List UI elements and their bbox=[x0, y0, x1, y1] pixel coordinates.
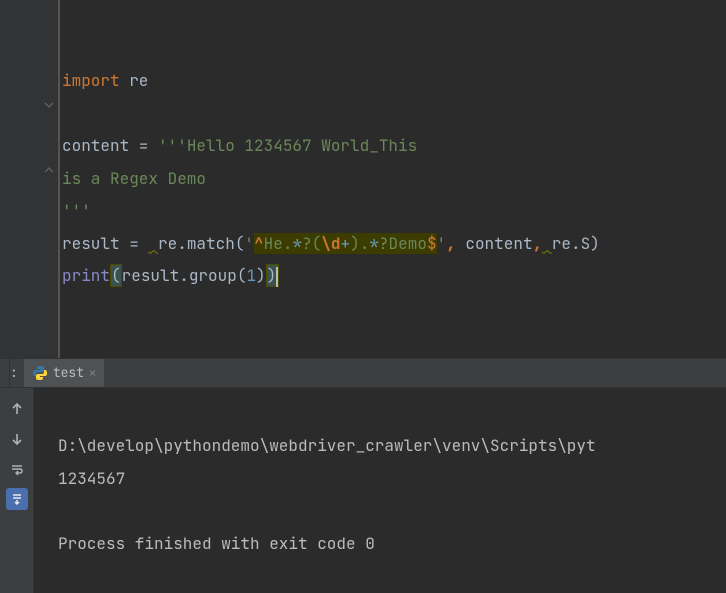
scroll-to-end-icon[interactable] bbox=[6, 488, 28, 510]
regex-lit: He bbox=[264, 233, 283, 254]
run-tab-test[interactable]: test ✕ bbox=[24, 359, 104, 387]
regex-q: ? bbox=[379, 233, 389, 254]
string-open: ''' bbox=[158, 135, 187, 156]
var-content: content = bbox=[62, 135, 158, 156]
run-label: : bbox=[10, 364, 24, 381]
keyword-import: import bbox=[62, 70, 120, 91]
python-icon bbox=[32, 365, 48, 381]
paren-open: ( bbox=[110, 264, 122, 287]
arrow-up-icon[interactable] bbox=[6, 398, 28, 420]
comma: , bbox=[533, 233, 543, 254]
arrow-down-icon[interactable] bbox=[6, 428, 28, 450]
builtin-print: print bbox=[62, 265, 110, 286]
console-path: D:\develop\pythondemo\webdriver_crawler\… bbox=[58, 435, 596, 456]
call-rematch: re.match( bbox=[158, 233, 244, 254]
regex-anchor: ^ bbox=[254, 233, 264, 254]
code-content[interactable]: import recontent = '''Hello 1234567 Worl… bbox=[60, 0, 600, 358]
regex-star: * bbox=[292, 233, 302, 254]
string-close: ''' bbox=[62, 200, 91, 221]
regex-escape: \d bbox=[321, 233, 340, 254]
regex-rp: ) bbox=[350, 233, 360, 254]
regex-q: ? bbox=[302, 233, 312, 254]
var-result: result = bbox=[62, 233, 148, 254]
regex-anchor-end: $ bbox=[427, 233, 437, 254]
regex-lp: ( bbox=[312, 233, 322, 254]
close-icon[interactable]: ✕ bbox=[89, 365, 96, 381]
number-one: 1 bbox=[246, 265, 256, 286]
regex-lit: Demo bbox=[389, 233, 427, 254]
module-re: re bbox=[120, 70, 149, 91]
arg-res: re.S) bbox=[552, 233, 600, 254]
run-tab-label: test bbox=[53, 364, 84, 381]
console-toolbar bbox=[0, 388, 34, 593]
comma: , bbox=[446, 233, 465, 254]
soft-wrap-icon[interactable] bbox=[6, 458, 28, 480]
fold-marker-icon[interactable] bbox=[44, 98, 54, 114]
console-panel: D:\develop\pythondemo\webdriver_crawler\… bbox=[0, 388, 726, 593]
arg-content: content bbox=[465, 233, 532, 254]
regex-dot: . bbox=[283, 233, 293, 254]
paren-close: ) bbox=[256, 265, 266, 286]
console-stdout: 1234567 bbox=[58, 468, 125, 489]
regex-star: * bbox=[369, 233, 379, 254]
paren-close-outer: ) bbox=[266, 264, 279, 287]
call-group: result.group( bbox=[122, 265, 247, 286]
run-panel-tabs: : test ✕ bbox=[0, 358, 726, 388]
console-exit: Process finished with exit code 0 bbox=[58, 533, 375, 554]
string-text: is a Regex Demo bbox=[62, 168, 206, 189]
panel-stub bbox=[0, 359, 10, 387]
code-editor[interactable]: import recontent = '''Hello 1234567 Worl… bbox=[0, 0, 726, 358]
editor-gutter bbox=[0, 0, 60, 358]
console-output[interactable]: D:\develop\pythondemo\webdriver_crawler\… bbox=[34, 388, 596, 593]
regex-dot: . bbox=[360, 233, 370, 254]
squiggle bbox=[148, 233, 158, 254]
squiggle bbox=[542, 233, 552, 254]
regex-plus: + bbox=[340, 233, 350, 254]
regex-quote: ' bbox=[244, 233, 254, 254]
fold-end-marker-icon[interactable] bbox=[44, 163, 54, 179]
string-text: Hello 1234567 World_This bbox=[187, 135, 417, 156]
regex-quote: ' bbox=[437, 233, 447, 254]
